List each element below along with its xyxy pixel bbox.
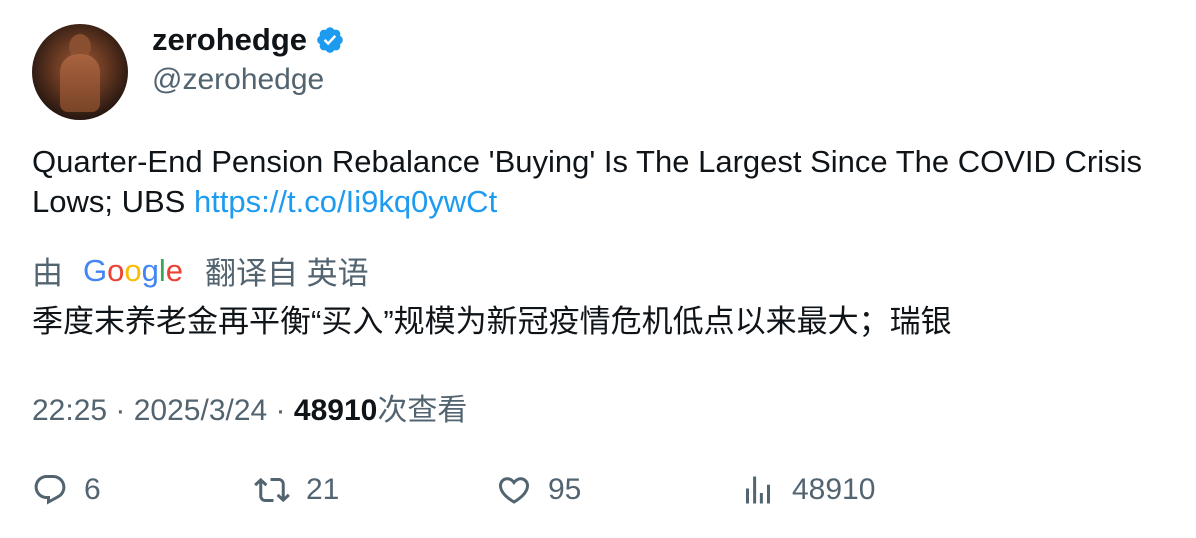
author-name-row[interactable]: zerohedge: [152, 22, 345, 58]
google-letter: e: [165, 252, 184, 288]
avatar[interactable]: [32, 24, 128, 120]
views-count: 48910: [792, 473, 876, 506]
views-button[interactable]: 48910: [740, 472, 875, 508]
views-icon: [746, 476, 770, 504]
author-display-name[interactable]: zerohedge: [152, 22, 307, 58]
tweet-link[interactable]: https://t.co/Ii9kq0ywCt: [194, 184, 497, 219]
tweet-meta: 22:25 · 2025/3/24 · 48910次查看: [32, 385, 467, 429]
like-count: 95: [548, 473, 582, 506]
google-letter: o: [124, 252, 142, 288]
retweet-icon: [254, 477, 290, 503]
google-letter: o: [107, 252, 125, 288]
tweet-text: Quarter-End Pension Rebalance 'Buying' I…: [32, 142, 1152, 222]
translation-attribution: 由 Google 翻译自 英语: [32, 248, 369, 293]
google-letter: G: [83, 252, 108, 288]
tweet-date[interactable]: 2025/3/24: [134, 394, 267, 427]
google-letter: l: [158, 252, 166, 288]
reply-button[interactable]: 6: [32, 472, 101, 508]
meta-separator: ·: [267, 394, 294, 427]
reply-icon: [34, 475, 66, 505]
author-handle[interactable]: @zerohedge: [152, 63, 324, 97]
like-icon: [498, 477, 530, 504]
verified-badge-icon: [315, 25, 345, 55]
meta-separator: ·: [107, 394, 134, 427]
translation-prefix: 由: [32, 256, 63, 291]
translated-text: 季度末养老金再平衡“买入”规模为新冠疫情危机低点以来最大；瑞银: [32, 304, 952, 339]
like-button[interactable]: 95: [496, 472, 581, 508]
translation-suffix[interactable]: 翻译自 英语: [205, 248, 369, 293]
view-count-label: 次查看: [377, 394, 468, 427]
reply-count: 6: [84, 473, 101, 506]
avatar-body: [60, 54, 100, 112]
retweet-button[interactable]: 21: [254, 472, 339, 508]
view-count: 48910: [293, 394, 378, 427]
google-logo: Google: [83, 253, 183, 289]
retweet-count: 21: [306, 473, 340, 506]
google-letter: g: [141, 252, 159, 288]
tweet-time[interactable]: 22:25: [32, 394, 107, 427]
